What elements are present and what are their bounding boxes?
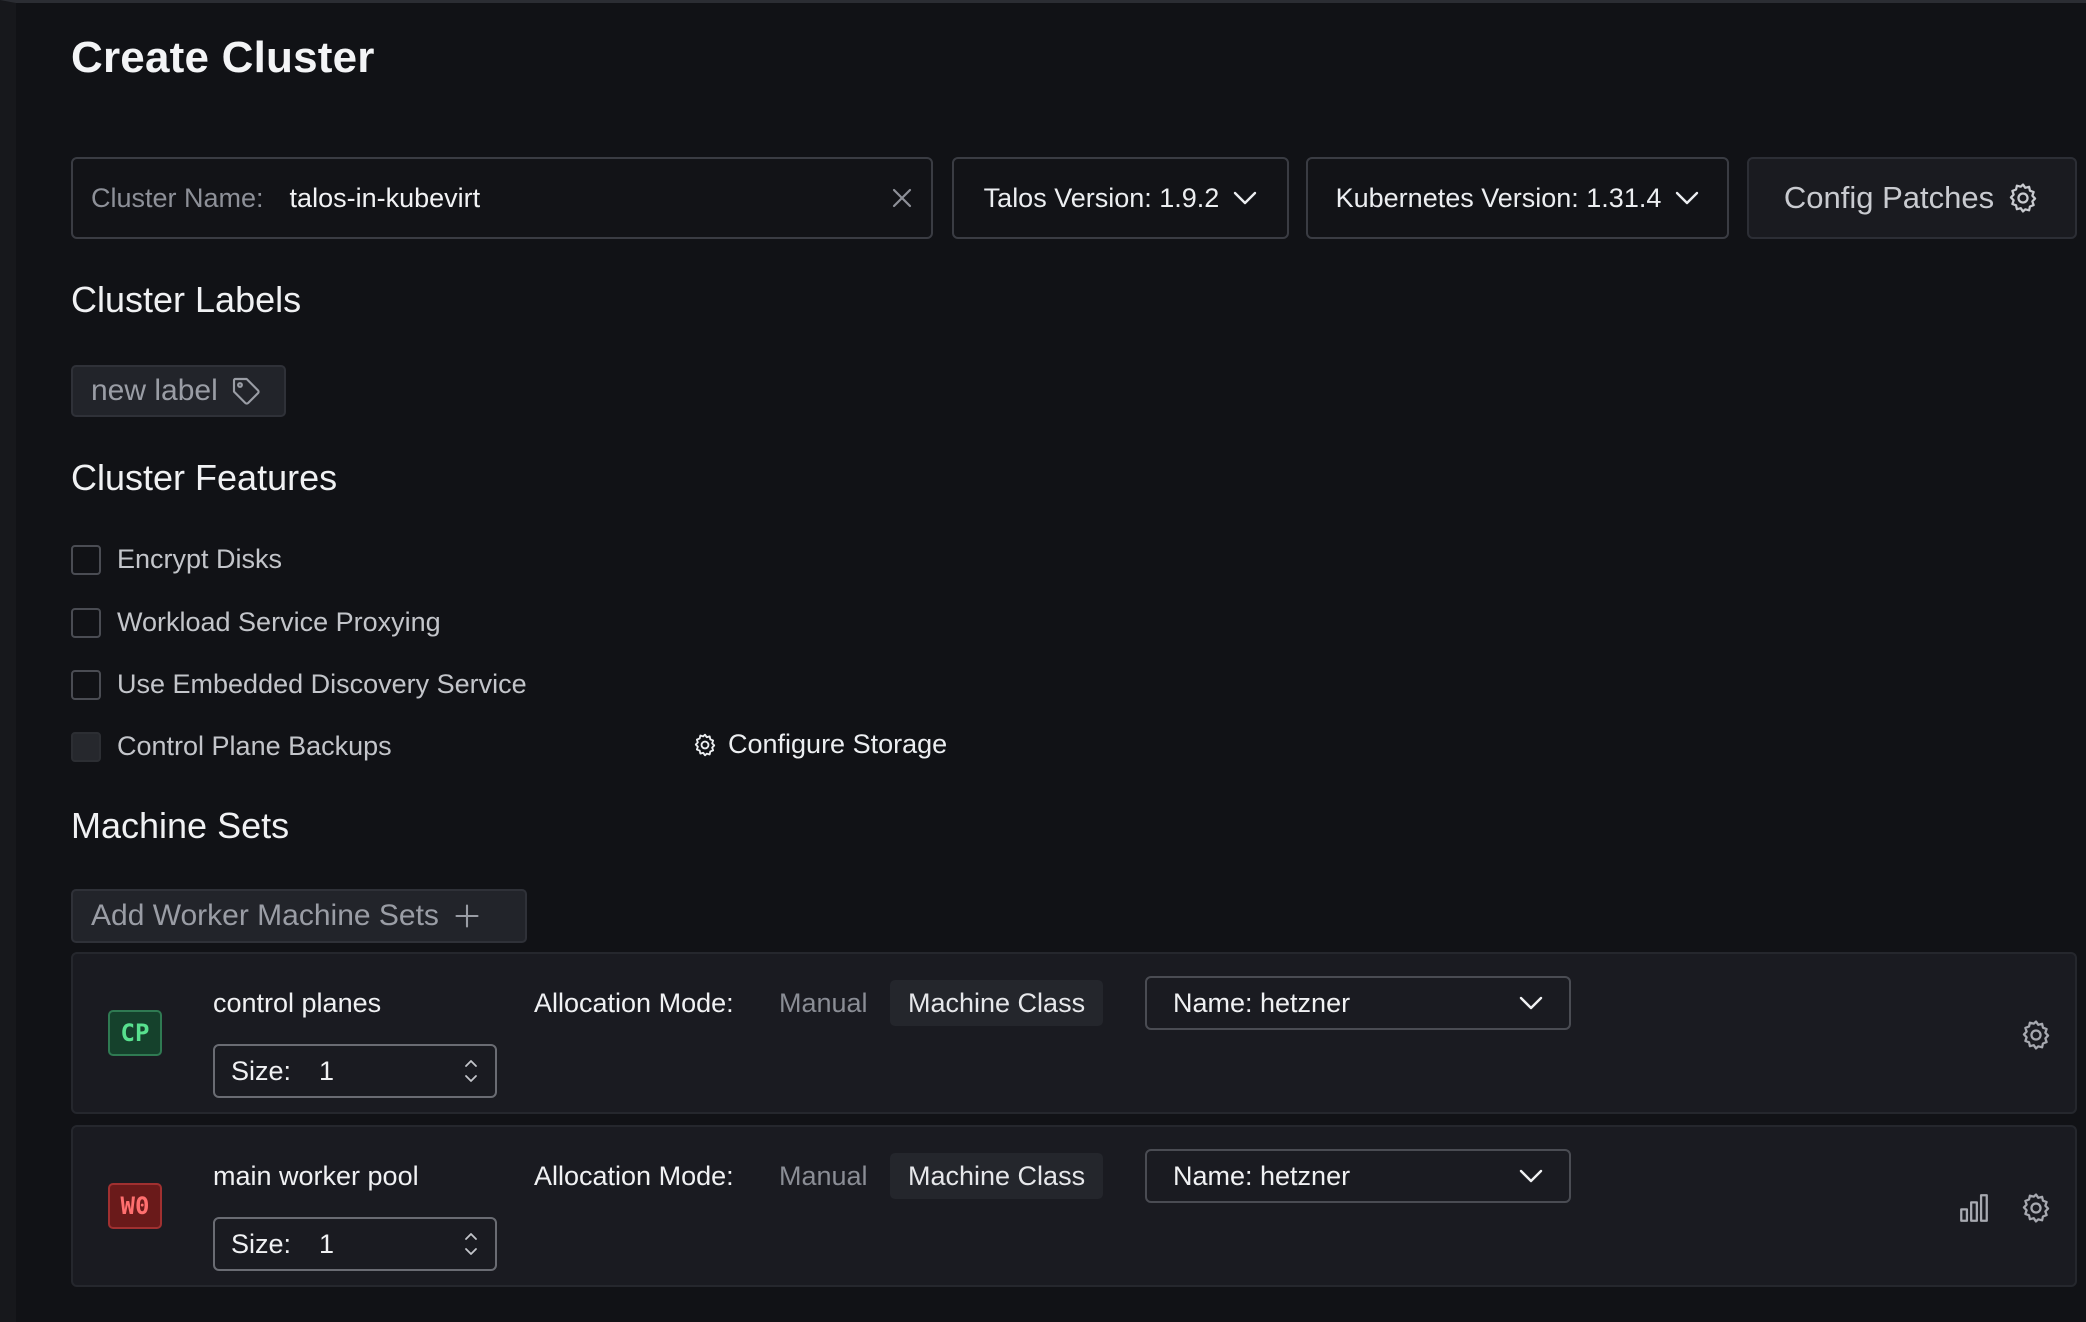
allocation-mode-label: Allocation Mode: [534, 988, 734, 1018]
stepper-arrows-icon[interactable] [463, 1229, 479, 1259]
size-value[interactable]: 1 [319, 1229, 463, 1260]
gear-icon[interactable] [2019, 1191, 2053, 1225]
gear-icon [2006, 181, 2040, 215]
control-plane-badge: CP [108, 1010, 162, 1056]
workload-proxying-checkbox[interactable] [71, 607, 101, 638]
feature-workload-proxying[interactable]: Workload Service Proxying [71, 607, 441, 638]
encrypt-disks-checkbox[interactable] [71, 544, 101, 575]
add-worker-machine-sets-button[interactable]: Add Worker Machine Sets [71, 889, 527, 943]
embedded-discovery-checkbox[interactable] [71, 669, 101, 700]
control-plane-backups-checkbox[interactable] [71, 731, 101, 762]
chevron-down-icon [1519, 995, 1543, 1011]
add-worker-label: Add Worker Machine Sets [91, 899, 439, 932]
talos-version-select[interactable]: Talos Version: 1.9.2 [952, 157, 1289, 239]
size-value[interactable]: 1 [319, 1056, 463, 1087]
mode-manual-option[interactable]: Manual [779, 1161, 868, 1192]
mode-machine-class-option[interactable]: Machine Class [890, 1153, 1104, 1199]
plus-icon [453, 902, 481, 930]
feature-embedded-discovery[interactable]: Use Embedded Discovery Service [71, 669, 527, 700]
machine-set-name: control planes [213, 988, 382, 1018]
kubernetes-version-select[interactable]: Kubernetes Version: 1.31.4 [1306, 157, 1729, 239]
cluster-name-field[interactable]: Cluster Name: talos-in-kubevirt [71, 157, 933, 239]
machine-set-name: main worker pool [213, 1161, 419, 1191]
stepper-arrows-icon[interactable] [463, 1056, 479, 1086]
config-patches-button[interactable]: Config Patches [1747, 157, 2077, 239]
tag-icon [230, 375, 262, 407]
worker-badge: W0 [108, 1183, 162, 1229]
config-patches-label: Config Patches [1783, 180, 1995, 215]
size-label: Size: [231, 1055, 292, 1086]
cluster-labels-title: Cluster Labels [71, 279, 302, 320]
machine-set-control-planes: CP control planes Size: 1 Allocation Mod… [71, 952, 2077, 1114]
machine-sets-title: Machine Sets [71, 805, 290, 846]
chevron-down-icon [1233, 190, 1257, 206]
configure-storage-button[interactable]: Configure Storage [692, 729, 947, 760]
chevron-down-icon [1519, 1168, 1543, 1184]
gear-icon [692, 732, 718, 758]
kubernetes-version-label: Kubernetes Version: 1.31.4 [1335, 182, 1662, 213]
allocation-mode-label: Allocation Mode: [534, 1161, 734, 1191]
configure-storage-label: Configure Storage [728, 729, 948, 759]
machine-class-select-label: Name: hetzner [1173, 987, 1351, 1018]
embedded-discovery-label: Use Embedded Discovery Service [117, 669, 527, 699]
feature-control-plane-backups[interactable]: Control Plane Backups [71, 731, 392, 762]
mode-manual-option[interactable]: Manual [779, 988, 868, 1019]
machine-class-select[interactable]: Name: hetzner [1145, 1149, 1571, 1203]
mode-machine-class-option[interactable]: Machine Class [890, 980, 1104, 1026]
machine-set-main-worker-pool: W0 main worker pool Size: 1 Allocation M… [71, 1125, 2077, 1287]
size-stepper[interactable]: Size: 1 [213, 1044, 497, 1098]
create-cluster-page: Create Cluster Cluster Name: talos-in-ku… [0, 0, 2086, 1322]
clear-icon[interactable] [891, 187, 913, 209]
size-stepper[interactable]: Size: 1 [213, 1217, 497, 1271]
new-label-text: new label [91, 374, 218, 407]
new-label-button[interactable]: new label [71, 365, 286, 417]
bar-chart-icon[interactable] [1957, 1191, 1991, 1225]
machine-class-select[interactable]: Name: hetzner [1145, 976, 1571, 1030]
feature-encrypt-disks[interactable]: Encrypt Disks [71, 544, 282, 575]
talos-version-label: Talos Version: 1.9.2 [983, 182, 1220, 213]
cluster-name-input[interactable]: talos-in-kubevirt [290, 183, 891, 214]
workload-proxying-label: Workload Service Proxying [117, 607, 441, 637]
cluster-name-label: Cluster Name: [91, 182, 264, 213]
machine-class-select-label: Name: hetzner [1173, 1160, 1351, 1191]
control-plane-backups-label: Control Plane Backups [117, 731, 392, 761]
page-title: Create Cluster [71, 33, 375, 82]
chevron-down-icon [1675, 190, 1699, 206]
cluster-features-title: Cluster Features [71, 457, 338, 498]
encrypt-disks-label: Encrypt Disks [117, 544, 283, 574]
gear-icon[interactable] [2019, 1018, 2053, 1052]
size-label: Size: [231, 1228, 292, 1259]
